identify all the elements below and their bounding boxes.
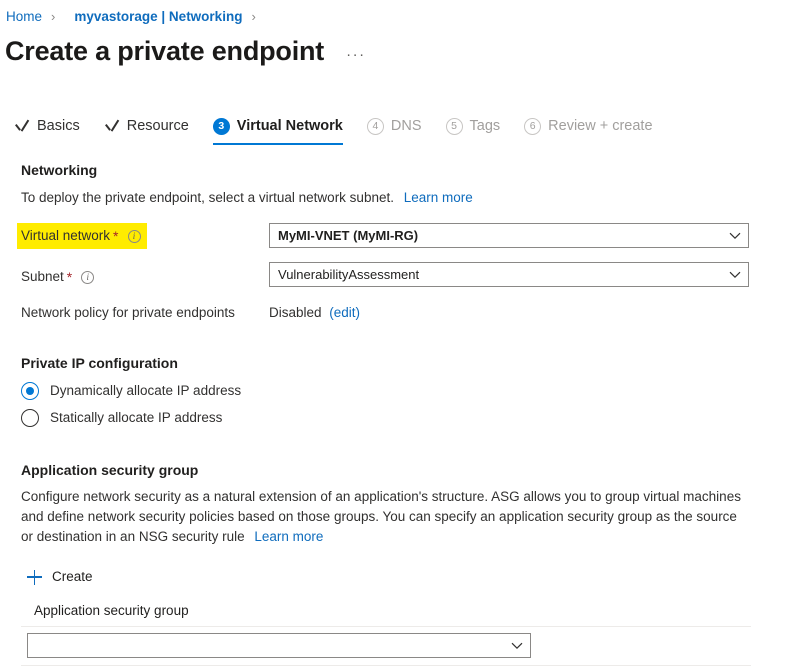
subnet-label-text: Subnet xyxy=(21,267,64,287)
check-icon xyxy=(14,118,30,134)
application-security-group-description: Configure network security as a natural … xyxy=(21,487,743,547)
check-icon xyxy=(104,118,120,134)
tab-resource[interactable]: Resource xyxy=(104,113,189,139)
chevron-down-icon xyxy=(722,271,748,279)
network-policy-edit-link[interactable]: (edit) xyxy=(329,305,360,320)
breadcrumb-item-home[interactable]: Home xyxy=(5,8,43,26)
info-icon[interactable]: i xyxy=(81,271,94,284)
tab-label: DNS xyxy=(391,116,422,136)
breadcrumb: Home › myvastorage | Networking › xyxy=(5,8,264,26)
asg-description-text: Configure network security as a natural … xyxy=(21,489,741,544)
breadcrumb-separator-icon: › xyxy=(51,8,55,26)
network-policy-label: Network policy for private endpoints xyxy=(21,303,235,323)
breadcrumb-separator-icon-2: › xyxy=(251,8,255,26)
asg-column-header: Application security group xyxy=(34,601,189,621)
tab-virtual-network[interactable]: 3 Virtual Network xyxy=(213,113,343,139)
radio-button-icon[interactable] xyxy=(21,382,39,400)
plus-icon xyxy=(27,570,42,585)
tab-label: Resource xyxy=(127,116,189,136)
tab-review-create[interactable]: 6 Review + create xyxy=(524,113,652,139)
radio-statically-allocate[interactable]: Statically allocate IP address xyxy=(21,408,222,428)
network-policy-label-text: Network policy for private endpoints xyxy=(21,303,235,323)
page-header: Create a private endpoint ··· xyxy=(5,33,366,69)
tab-basics[interactable]: Basics xyxy=(14,113,80,139)
more-actions-icon[interactable]: ··· xyxy=(346,46,366,63)
table-divider-top xyxy=(21,626,751,627)
tab-tags[interactable]: 5 Tags xyxy=(446,113,501,139)
radio-dynamically-allocate[interactable]: Dynamically allocate IP address xyxy=(21,381,241,401)
asg-select-dropdown[interactable] xyxy=(27,633,531,658)
active-tab-indicator xyxy=(213,143,343,146)
application-security-group-heading: Application security group xyxy=(21,460,198,480)
learn-more-link-networking[interactable]: Learn more xyxy=(404,190,473,205)
tab-dns[interactable]: 4 DNS xyxy=(367,113,422,139)
virtual-network-value: MyMI-VNET (MyMI-RG) xyxy=(270,228,722,244)
step-number-badge: 5 xyxy=(446,118,463,135)
radio-label: Dynamically allocate IP address xyxy=(50,381,241,401)
networking-description-text: To deploy the private endpoint, select a… xyxy=(21,190,394,205)
virtual-network-label-text: Virtual network xyxy=(21,226,110,246)
virtual-network-label: Virtual network * i xyxy=(17,223,147,249)
subnet-label: Subnet * i xyxy=(21,267,94,287)
tab-label: Tags xyxy=(470,116,501,136)
tab-label: Review + create xyxy=(548,116,652,136)
wizard-tabs: Basics Resource 3 Virtual Network 4 DNS … xyxy=(14,113,677,145)
step-number-badge: 4 xyxy=(367,118,384,135)
radio-button-icon[interactable] xyxy=(21,409,39,427)
chevron-down-icon xyxy=(722,232,748,240)
create-private-endpoint-page: Home › myvastorage | Networking › Create… xyxy=(0,0,810,667)
page-title: Create a private endpoint xyxy=(5,33,324,69)
required-indicator: * xyxy=(113,229,118,243)
subnet-value: VulnerabilityAssessment xyxy=(270,267,722,283)
breadcrumb-item-myvastorage-networking[interactable]: myvastorage | Networking xyxy=(73,8,243,26)
networking-heading: Networking xyxy=(21,160,97,180)
step-number-badge: 3 xyxy=(213,118,230,135)
step-number-badge: 6 xyxy=(524,118,541,135)
private-ip-configuration-heading: Private IP configuration xyxy=(21,353,178,373)
network-policy-value: Disabled xyxy=(269,305,322,320)
create-button-label: Create xyxy=(52,567,93,587)
networking-description: To deploy the private endpoint, select a… xyxy=(21,188,473,208)
tab-label: Basics xyxy=(37,116,80,136)
chevron-down-icon xyxy=(504,642,530,650)
learn-more-link-asg[interactable]: Learn more xyxy=(254,529,323,544)
radio-label: Statically allocate IP address xyxy=(50,408,222,428)
tab-label: Virtual Network xyxy=(237,116,343,136)
network-policy-value-group: Disabled (edit) xyxy=(269,303,360,323)
table-divider-bottom xyxy=(21,665,751,666)
info-icon[interactable]: i xyxy=(128,230,141,243)
virtual-network-dropdown[interactable]: MyMI-VNET (MyMI-RG) xyxy=(269,223,749,248)
create-asg-button[interactable]: Create xyxy=(27,566,93,588)
required-indicator: * xyxy=(67,270,72,284)
subnet-dropdown[interactable]: VulnerabilityAssessment xyxy=(269,262,749,287)
